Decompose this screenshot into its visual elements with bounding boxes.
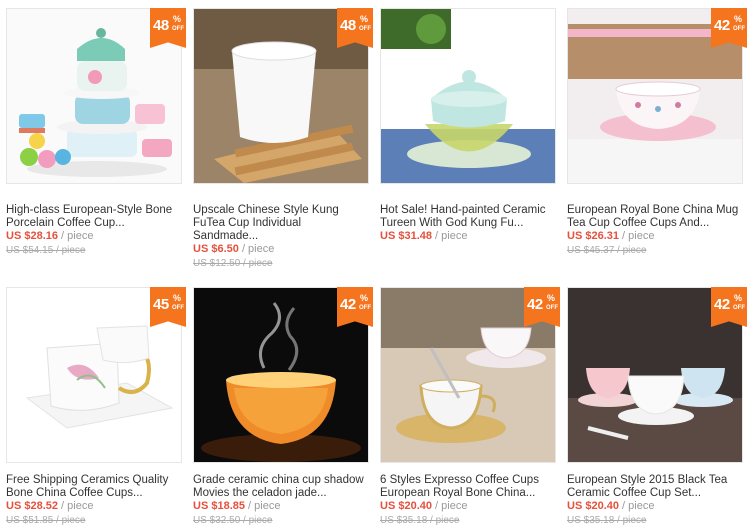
product-image[interactable]: [380, 8, 556, 184]
discount-badge: 42 % OFF: [711, 8, 747, 48]
discount-badge: 42 % OFF: [711, 287, 747, 327]
product-title[interactable]: Upscale Chinese Style Kung FuTea Cup Ind…: [193, 204, 371, 242]
product-price: US $20.40 / piece: [380, 500, 468, 512]
product-price: US $28.16 / piece: [6, 230, 94, 242]
product-price: US $18.85 / piece: [193, 500, 281, 512]
original-price: US $45.37 / piece: [567, 245, 647, 256]
product-price: US $20.40 / piece: [567, 500, 655, 512]
product-price: US $26.31 / piece: [567, 230, 655, 242]
product-price: US $31.48 / piece: [380, 230, 468, 242]
product-title[interactable]: High-class European-Style Bone Porcelain…: [6, 204, 184, 230]
original-price: US $35.18 / piece: [380, 515, 460, 526]
discount-badge: 42 % OFF: [337, 287, 373, 327]
discount-badge: 48 % OFF: [150, 8, 186, 48]
product-price: US $6.50 / piece: [193, 243, 275, 255]
product-title[interactable]: Grade ceramic china cup shadow Movies th…: [193, 474, 371, 500]
product-title[interactable]: Hot Sale! Hand-painted Ceramic Tureen Wi…: [380, 204, 558, 230]
product-title[interactable]: European Style 2015 Black Tea Ceramic Co…: [567, 474, 745, 500]
discount-badge: 42 % OFF: [524, 287, 560, 327]
original-price: US $51.85 / piece: [6, 515, 86, 526]
original-price: US $54.15 / piece: [6, 245, 86, 256]
product-price: US $28.52 / piece: [6, 500, 94, 512]
product-title[interactable]: European Royal Bone China Mug Tea Cup Co…: [567, 204, 745, 230]
original-price: US $32.50 / piece: [193, 515, 273, 526]
discount-badge: 45 % OFF: [150, 287, 186, 327]
product-title[interactable]: 6 Styles Expresso Coffee Cups European R…: [380, 474, 558, 500]
original-price: US $35.18 / piece: [567, 515, 647, 526]
original-price: US $12.50 / piece: [193, 258, 273, 269]
product-title[interactable]: Free Shipping Ceramics Quality Bone Chin…: [6, 474, 184, 500]
discount-badge: 48 % OFF: [337, 8, 373, 48]
